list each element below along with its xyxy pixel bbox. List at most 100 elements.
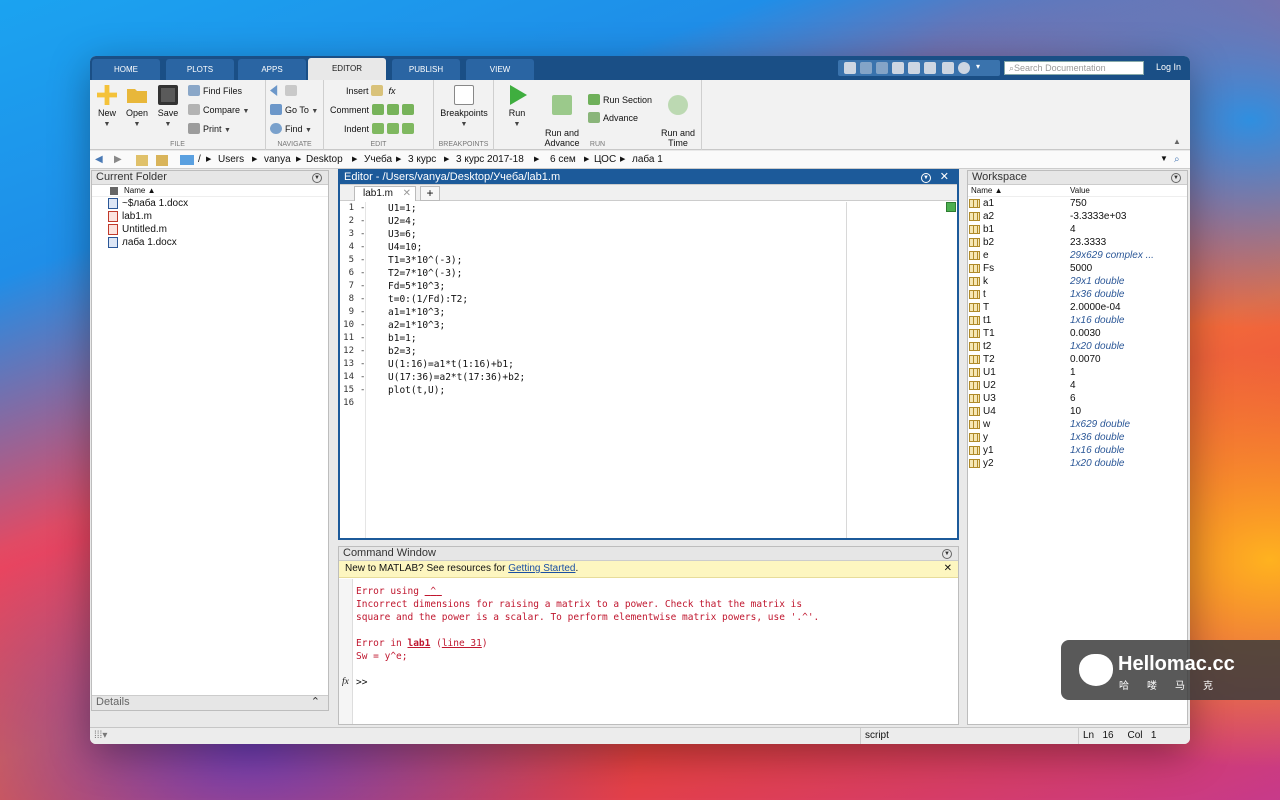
- panel-menu-icon[interactable]: ▼: [312, 173, 322, 183]
- fx-icon[interactable]: fx: [342, 676, 349, 689]
- command-prompt[interactable]: >>: [356, 677, 367, 688]
- run-section-button[interactable]: Run Section: [588, 94, 652, 105]
- file-item[interactable]: Untitled.m: [92, 223, 328, 236]
- variable-row[interactable]: a1 750: [968, 197, 1187, 210]
- new-tab-button[interactable]: +: [420, 186, 440, 201]
- details-panel[interactable]: Details ⌃: [92, 695, 328, 710]
- path-segment[interactable]: vanya: [264, 154, 291, 165]
- close-icon[interactable]: ✕: [940, 171, 949, 184]
- find-files-button[interactable]: Find Files: [188, 85, 242, 96]
- variable-row[interactable]: b1 4: [968, 223, 1187, 236]
- compare-button[interactable]: Compare ▼: [188, 104, 249, 115]
- path-segment[interactable]: 3 курс: [408, 154, 436, 165]
- error-operator-link[interactable]: ^: [425, 586, 442, 597]
- variable-row[interactable]: k 29x1 double: [968, 275, 1187, 288]
- file-tab[interactable]: lab1.m ✕: [354, 186, 416, 201]
- path-segment[interactable]: лаба 1: [632, 154, 663, 165]
- close-banner-icon[interactable]: ✕: [944, 561, 952, 577]
- code-line[interactable]: [388, 397, 525, 410]
- variable-row[interactable]: t 1x36 double: [968, 288, 1187, 301]
- tab-plots[interactable]: PLOTS: [166, 59, 234, 80]
- tab-apps[interactable]: APPS: [238, 59, 306, 80]
- tab-view[interactable]: VIEW: [466, 59, 534, 80]
- run-button[interactable]: Run ▼: [500, 85, 534, 128]
- tab-home[interactable]: HOME: [92, 59, 160, 80]
- code-analyzer-ok-icon[interactable]: [946, 202, 956, 212]
- variable-row[interactable]: t2 1x20 double: [968, 340, 1187, 353]
- path-segment[interactable]: Учеба: [364, 154, 392, 165]
- path-segment[interactable]: 6 сем: [550, 154, 576, 165]
- cut-icon[interactable]: [860, 62, 872, 74]
- open-button[interactable]: Open ▼: [124, 85, 150, 128]
- variable-row[interactable]: Fs 5000: [968, 262, 1187, 275]
- path-segment[interactable]: /: [198, 154, 201, 165]
- code-line[interactable]: b1=1;: [388, 332, 525, 345]
- variable-row[interactable]: U3 6: [968, 392, 1187, 405]
- code-line[interactable]: U1=1;: [388, 202, 525, 215]
- code-line[interactable]: T2=7*10^(-3);: [388, 267, 525, 280]
- code-line[interactable]: plot(t,U);: [388, 384, 525, 397]
- breakpoints-button[interactable]: Breakpoints ▼: [438, 85, 490, 128]
- chevron-down-icon[interactable]: ▾: [976, 62, 984, 74]
- paste-icon[interactable]: [892, 62, 904, 74]
- save-icon[interactable]: [844, 62, 856, 74]
- path-segment[interactable]: Users: [218, 154, 244, 165]
- code-line[interactable]: U2=4;: [388, 215, 525, 228]
- save-button[interactable]: Save ▼: [155, 85, 181, 128]
- column-header-value[interactable]: Value: [1070, 185, 1090, 197]
- code-text[interactable]: U1=1; U2=4; U3=6; U4=10; T1=3*10^(-3); T2=7*1…: [388, 202, 525, 410]
- path-segment[interactable]: ЦОС: [594, 154, 616, 165]
- variable-row[interactable]: T2 0.0070: [968, 353, 1187, 366]
- variable-row[interactable]: U1 1: [968, 366, 1187, 379]
- undo-icon[interactable]: [908, 62, 920, 74]
- variable-row[interactable]: U4 10: [968, 405, 1187, 418]
- insert-button[interactable]: Insert fx: [346, 85, 396, 96]
- variable-row[interactable]: y2 1x20 double: [968, 457, 1187, 470]
- code-line[interactable]: U(1:16)=a1*t(1:16)+b1;: [388, 358, 525, 371]
- forward-icon[interactable]: ▶: [114, 154, 122, 165]
- login-link[interactable]: Log In: [1156, 62, 1181, 72]
- browse-folder-icon[interactable]: [156, 155, 168, 166]
- panel-menu-icon[interactable]: ▼: [1171, 173, 1181, 183]
- print-button[interactable]: Print ▼: [188, 123, 231, 134]
- find-button[interactable]: Find ▼: [270, 123, 312, 134]
- variable-row[interactable]: U2 4: [968, 379, 1187, 392]
- variable-row[interactable]: t1 1x16 double: [968, 314, 1187, 327]
- error-line-link[interactable]: line 31: [442, 638, 482, 649]
- code-line[interactable]: T1=3*10^(-3);: [388, 254, 525, 267]
- panel-menu-icon[interactable]: ▼: [921, 173, 931, 183]
- code-line[interactable]: a1=1*10^3;: [388, 306, 525, 319]
- tab-publish[interactable]: PUBLISH: [392, 59, 460, 80]
- path-dropdown-icon[interactable]: ▼: [1160, 154, 1168, 163]
- back-icon[interactable]: ◀: [95, 154, 103, 165]
- code-line[interactable]: Fd=5*10^3;: [388, 280, 525, 293]
- variable-row[interactable]: y 1x36 double: [968, 431, 1187, 444]
- file-item[interactable]: ~$лаба 1.docx: [92, 197, 328, 210]
- column-header-name[interactable]: Name ▲: [971, 185, 1002, 197]
- comment-button[interactable]: Comment: [330, 104, 417, 115]
- variable-row[interactable]: T1 0.0030: [968, 327, 1187, 340]
- error-function-link[interactable]: lab1: [407, 638, 430, 649]
- panel-menu-icon[interactable]: ▼: [942, 549, 952, 559]
- code-line[interactable]: U3=6;: [388, 228, 525, 241]
- search-folder-icon[interactable]: ⌕: [1174, 154, 1180, 165]
- code-line[interactable]: U(17:36)=a2*t(17:36)+b2;: [388, 371, 525, 384]
- variable-row[interactable]: T 2.0000e-04: [968, 301, 1187, 314]
- getting-started-link[interactable]: Getting Started: [508, 563, 575, 574]
- run-and-time-button[interactable]: Run and Time: [656, 85, 700, 148]
- variable-row[interactable]: w 1x629 double: [968, 418, 1187, 431]
- new-button[interactable]: New ▼: [94, 85, 120, 128]
- run-and-advance-button[interactable]: Run and Advance: [540, 85, 584, 148]
- indent-button[interactable]: Indent: [344, 123, 417, 134]
- file-item[interactable]: lab1.m: [92, 210, 328, 223]
- path-segment[interactable]: Desktop: [306, 154, 343, 165]
- variable-row[interactable]: e 29x629 complex ...: [968, 249, 1187, 262]
- variable-row[interactable]: b2 23.3333: [968, 236, 1187, 249]
- redo-icon[interactable]: [924, 62, 936, 74]
- column-header-name[interactable]: Name ▲: [92, 185, 328, 197]
- variable-row[interactable]: a2 -3.3333e+03: [968, 210, 1187, 223]
- tab-editor[interactable]: EDITOR: [308, 58, 386, 80]
- switch-windows-icon[interactable]: [942, 62, 954, 74]
- file-item[interactable]: лаба 1.docx: [92, 236, 328, 249]
- collapse-ribbon-icon[interactable]: ▲: [1173, 137, 1182, 146]
